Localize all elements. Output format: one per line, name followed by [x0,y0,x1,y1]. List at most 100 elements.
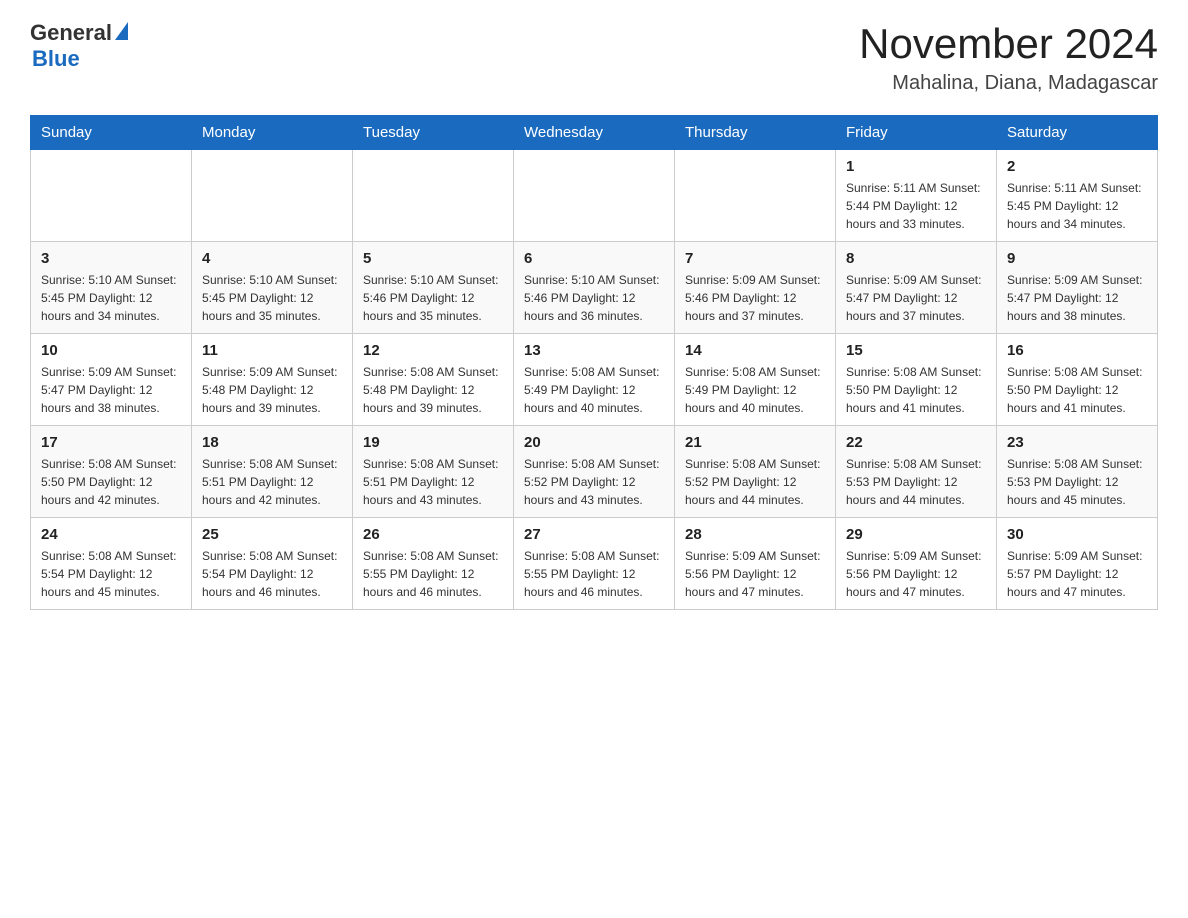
day-info: Sunrise: 5:09 AM Sunset: 5:47 PM Dayligh… [846,271,986,325]
day-header-sunday: Sunday [31,116,192,150]
calendar-cell: 20 Sunrise: 5:08 AM Sunset: 5:52 PM Dayli… [514,426,675,518]
day-number: 8 [846,250,986,267]
day-number: 30 [1007,526,1147,543]
day-number: 13 [524,342,664,359]
logo-blue-text: Blue [32,46,80,72]
day-number: 16 [1007,342,1147,359]
calendar-cell: 28 Sunrise: 5:09 AM Sunset: 5:56 PM Dayli… [675,518,836,610]
day-info: Sunrise: 5:11 AM Sunset: 5:45 PM Dayligh… [1007,179,1147,233]
page-header: General Blue November 2024 Mahalina, Dia… [30,20,1158,95]
calendar-cell: 17 Sunrise: 5:08 AM Sunset: 5:50 PM Dayli… [31,426,192,518]
calendar-cell: 3Sunrise: 5:10 AM Sunset: 5:45 PM Daylig… [31,242,192,334]
title-block: November 2024 Mahalina, Diana, Madagasca… [859,20,1158,95]
day-header-tuesday: Tuesday [353,116,514,150]
calendar-cell: 27Sunrise: 5:08 AM Sunset: 5:55 PM Dayli… [514,518,675,610]
logo: General Blue [30,20,128,72]
calendar-cell: 13 Sunrise: 5:08 AM Sunset: 5:49 PM Dayli… [514,334,675,426]
day-info: Sunrise: 5:08 AM Sunset: 5:53 PM Dayligh… [846,455,986,509]
week-row-3: 10Sunrise: 5:09 AM Sunset: 5:47 PM Dayli… [31,334,1158,426]
day-number: 17 [41,434,181,451]
calendar-cell: 14Sunrise: 5:08 AM Sunset: 5:49 PM Dayli… [675,334,836,426]
calendar-cell: 19 Sunrise: 5:08 AM Sunset: 5:51 PM Dayli… [353,426,514,518]
day-info: Sunrise: 5:08 AM Sunset: 5:51 PM Dayligh… [202,455,342,509]
day-number: 4 [202,250,342,267]
calendar-cell: 7 Sunrise: 5:09 AM Sunset: 5:46 PM Daylig… [675,242,836,334]
calendar-cell: 29 Sunrise: 5:09 AM Sunset: 5:56 PM Dayli… [836,518,997,610]
day-info: Sunrise: 5:08 AM Sunset: 5:55 PM Dayligh… [363,547,503,601]
calendar-cell: 16 Sunrise: 5:08 AM Sunset: 5:50 PM Dayli… [997,334,1158,426]
day-number: 7 [685,250,825,267]
day-info: Sunrise: 5:10 AM Sunset: 5:45 PM Dayligh… [202,271,342,325]
day-header-monday: Monday [192,116,353,150]
day-info: Sunrise: 5:08 AM Sunset: 5:48 PM Dayligh… [363,363,503,417]
day-header-friday: Friday [836,116,997,150]
day-number: 19 [363,434,503,451]
day-number: 24 [41,526,181,543]
calendar-cell: 11 Sunrise: 5:09 AM Sunset: 5:48 PM Dayli… [192,334,353,426]
day-info: Sunrise: 5:09 AM Sunset: 5:47 PM Dayligh… [41,363,181,417]
day-number: 23 [1007,434,1147,451]
day-header-thursday: Thursday [675,116,836,150]
calendar-table: SundayMondayTuesdayWednesdayThursdayFrid… [30,115,1158,610]
day-info: Sunrise: 5:08 AM Sunset: 5:54 PM Dayligh… [41,547,181,601]
day-info: Sunrise: 5:08 AM Sunset: 5:49 PM Dayligh… [524,363,664,417]
day-number: 15 [846,342,986,359]
day-number: 14 [685,342,825,359]
calendar-cell: 23 Sunrise: 5:08 AM Sunset: 5:53 PM Dayli… [997,426,1158,518]
day-number: 1 [846,158,986,175]
calendar-cell [31,150,192,242]
calendar-title: November 2024 [859,20,1158,68]
week-row-2: 3Sunrise: 5:10 AM Sunset: 5:45 PM Daylig… [31,242,1158,334]
day-info: Sunrise: 5:08 AM Sunset: 5:50 PM Dayligh… [41,455,181,509]
day-info: Sunrise: 5:10 AM Sunset: 5:45 PM Dayligh… [41,271,181,325]
day-number: 27 [524,526,664,543]
logo-general-text: General [30,20,112,46]
day-info: Sunrise: 5:08 AM Sunset: 5:54 PM Dayligh… [202,547,342,601]
day-number: 9 [1007,250,1147,267]
calendar-cell: 21Sunrise: 5:08 AM Sunset: 5:52 PM Dayli… [675,426,836,518]
day-info: Sunrise: 5:09 AM Sunset: 5:46 PM Dayligh… [685,271,825,325]
calendar-cell: 10Sunrise: 5:09 AM Sunset: 5:47 PM Dayli… [31,334,192,426]
calendar-cell: 26Sunrise: 5:08 AM Sunset: 5:55 PM Dayli… [353,518,514,610]
day-number: 18 [202,434,342,451]
day-number: 12 [363,342,503,359]
day-number: 29 [846,526,986,543]
calendar-cell: 9 Sunrise: 5:09 AM Sunset: 5:47 PM Daylig… [997,242,1158,334]
day-number: 21 [685,434,825,451]
day-info: Sunrise: 5:11 AM Sunset: 5:44 PM Dayligh… [846,179,986,233]
day-info: Sunrise: 5:08 AM Sunset: 5:51 PM Dayligh… [363,455,503,509]
day-info: Sunrise: 5:08 AM Sunset: 5:50 PM Dayligh… [846,363,986,417]
day-info: Sunrise: 5:09 AM Sunset: 5:47 PM Dayligh… [1007,271,1147,325]
day-number: 20 [524,434,664,451]
calendar-cell: 22 Sunrise: 5:08 AM Sunset: 5:53 PM Dayli… [836,426,997,518]
day-info: Sunrise: 5:08 AM Sunset: 5:52 PM Dayligh… [524,455,664,509]
week-row-5: 24 Sunrise: 5:08 AM Sunset: 5:54 PM Dayli… [31,518,1158,610]
week-row-4: 17 Sunrise: 5:08 AM Sunset: 5:50 PM Dayli… [31,426,1158,518]
day-number: 11 [202,342,342,359]
week-row-1: 1 Sunrise: 5:11 AM Sunset: 5:44 PM Daylig… [31,150,1158,242]
logo-arrow-icon [115,22,128,40]
calendar-cell: 2Sunrise: 5:11 AM Sunset: 5:45 PM Daylig… [997,150,1158,242]
day-number: 5 [363,250,503,267]
calendar-cell [514,150,675,242]
day-info: Sunrise: 5:09 AM Sunset: 5:57 PM Dayligh… [1007,547,1147,601]
day-info: Sunrise: 5:09 AM Sunset: 5:48 PM Dayligh… [202,363,342,417]
calendar-cell: 4 Sunrise: 5:10 AM Sunset: 5:45 PM Daylig… [192,242,353,334]
day-info: Sunrise: 5:09 AM Sunset: 5:56 PM Dayligh… [846,547,986,601]
calendar-cell [192,150,353,242]
day-number: 28 [685,526,825,543]
header-row: SundayMondayTuesdayWednesdayThursdayFrid… [31,116,1158,150]
calendar-cell: 5Sunrise: 5:10 AM Sunset: 5:46 PM Daylig… [353,242,514,334]
day-info: Sunrise: 5:09 AM Sunset: 5:56 PM Dayligh… [685,547,825,601]
day-info: Sunrise: 5:10 AM Sunset: 5:46 PM Dayligh… [524,271,664,325]
calendar-cell: 30 Sunrise: 5:09 AM Sunset: 5:57 PM Dayli… [997,518,1158,610]
day-info: Sunrise: 5:08 AM Sunset: 5:50 PM Dayligh… [1007,363,1147,417]
day-header-saturday: Saturday [997,116,1158,150]
day-number: 22 [846,434,986,451]
day-header-wednesday: Wednesday [514,116,675,150]
calendar-cell: 15 Sunrise: 5:08 AM Sunset: 5:50 PM Dayli… [836,334,997,426]
calendar-cell: 8 Sunrise: 5:09 AM Sunset: 5:47 PM Daylig… [836,242,997,334]
day-info: Sunrise: 5:08 AM Sunset: 5:53 PM Dayligh… [1007,455,1147,509]
day-number: 6 [524,250,664,267]
calendar-cell: 12 Sunrise: 5:08 AM Sunset: 5:48 PM Dayli… [353,334,514,426]
